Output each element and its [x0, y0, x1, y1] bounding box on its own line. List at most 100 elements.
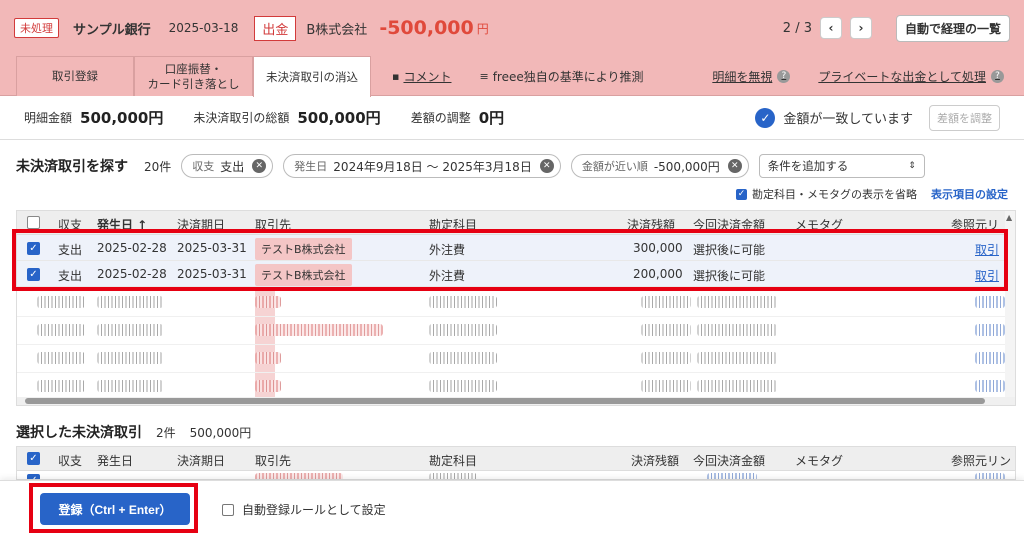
- chip-value: 支出: [220, 159, 245, 174]
- obscured-cell: [97, 324, 163, 336]
- col-due: 決済期日: [177, 454, 226, 468]
- col-ref: 参照元リン: [951, 454, 1012, 468]
- close-icon[interactable]: ✕: [539, 159, 554, 173]
- check-circle-icon: ✓: [755, 107, 776, 128]
- prev-button[interactable]: ‹: [819, 17, 842, 39]
- adjust-difference-button[interactable]: 差額を調整: [929, 104, 1000, 131]
- obscured-cell: [707, 473, 757, 479]
- status-badge: 未処理: [14, 18, 59, 38]
- col-io: 収支: [58, 454, 83, 468]
- obscured-cell: [429, 352, 497, 364]
- col-date: 発生日: [97, 454, 134, 468]
- freee-guess-link[interactable]: ≡ freee独自の基準により推測: [479, 68, 643, 85]
- obscured-cell: [255, 296, 281, 308]
- obscured-cell: [697, 296, 777, 308]
- bank-name: サンプル銀行: [73, 22, 151, 38]
- difference-value: 0円: [478, 109, 505, 127]
- search-title: 未決済取引を探す: [16, 159, 128, 175]
- search-count: 20件: [144, 159, 172, 174]
- comment-link[interactable]: ▪ コメント: [392, 68, 451, 85]
- obscured-cell: [255, 352, 281, 364]
- omit-label: 勘定科目・メモタグの表示を省略: [752, 188, 917, 201]
- annotation-highlight-register: [29, 483, 198, 533]
- transaction-header: 未処理 サンプル銀行 2025-03-18 出金 B株式会社 -500,000 …: [0, 0, 1024, 97]
- obscured-cell: [697, 352, 777, 364]
- private-payment-label: プライベートな出金として処理: [818, 69, 986, 84]
- obscured-cell: [975, 473, 1005, 479]
- help-icon[interactable]: ?: [991, 69, 1004, 83]
- detail-amount-value: 500,000円: [80, 109, 164, 127]
- help-icon[interactable]: ?: [777, 69, 791, 83]
- col-account: 勘定科目: [429, 454, 478, 468]
- selected-table-header: ✓ 収支 発生日 決済期日 取引先 勘定科目 決済残額 今回決済金額 メモタグ …: [17, 447, 1015, 471]
- chevron-left-icon: ‹: [828, 21, 834, 35]
- filter-chip-date[interactable]: 発生日 2024年9月18日 〜 2025年3月18日 ✕: [283, 154, 561, 178]
- filter-chip-amount[interactable]: 金額が近い順 -500,000円 ✕: [570, 154, 749, 178]
- chip-value: 2024年9月18日 〜 2025年3月18日: [333, 159, 532, 174]
- obscured-cell: [975, 296, 1005, 308]
- scroll-up-icon[interactable]: ▲: [1006, 213, 1012, 222]
- tab-unsettled-clearing[interactable]: 未決済取引の消込: [253, 56, 371, 97]
- select-all-checkbox[interactable]: [27, 216, 40, 229]
- tab-register[interactable]: 取引登録: [16, 56, 134, 96]
- obscured-cell: [697, 324, 777, 336]
- selected-header: 選択した未決済取引 2件 500,000円: [16, 422, 251, 442]
- obscured-cell: [37, 380, 85, 392]
- chip-key: 収支: [192, 160, 215, 173]
- currency-label: 円: [476, 21, 489, 36]
- selected-all-checkbox[interactable]: ✓: [27, 452, 40, 465]
- transaction-amount: -500,000: [379, 17, 474, 39]
- selected-sum: 500,000円: [189, 426, 252, 440]
- obscured-cell: [255, 380, 281, 392]
- freee-guess-label: freee独自の基準により推測: [492, 69, 644, 84]
- display-settings-link[interactable]: 表示項目の設定: [931, 186, 1008, 202]
- auto-accounting-list-button[interactable]: 自動で経理の一覧: [895, 14, 1010, 42]
- omit-checkbox[interactable]: ✓: [736, 188, 747, 200]
- tab-account-transfer[interactable]: 口座振替・ カード引き落とし: [134, 56, 253, 96]
- match-status: ✓ 金額が一致しています: [755, 107, 913, 128]
- close-icon[interactable]: ✕: [727, 159, 742, 173]
- filter-chip-io[interactable]: 収支 支出 ✕: [181, 154, 274, 178]
- ignore-detail-link[interactable]: 明細を無視 ?: [712, 68, 791, 85]
- chip-key: 発生日: [294, 160, 328, 173]
- header-row: 未処理 サンプル銀行 2025-03-18 出金 B株式会社 -500,000 …: [0, 0, 1024, 56]
- selected-table: ✓ 収支 発生日 決済期日 取引先 勘定科目 決済残額 今回決済金額 メモタグ …: [16, 446, 1016, 480]
- obscured-row: [17, 289, 1015, 317]
- auto-rule-checkbox[interactable]: [222, 503, 234, 516]
- updown-arrow-icon: ⇕: [908, 161, 916, 171]
- obscured-cell: [641, 296, 691, 308]
- amount-summary: 明細金額 500,000円 未決済取引の総額 500,000円 差額の調整 0円…: [0, 96, 1024, 140]
- close-icon[interactable]: ✕: [252, 159, 267, 173]
- obscured-cell: [429, 324, 497, 336]
- obscured-row: [17, 317, 1015, 345]
- obscured-cell: [641, 324, 691, 336]
- col-settle: 今回決済金額: [693, 454, 766, 468]
- col-memo: メモタグ: [795, 454, 844, 468]
- comment-label: コメント: [403, 69, 452, 84]
- add-condition-select[interactable]: 条件を追加する ⇕: [758, 154, 925, 178]
- private-payment-link[interactable]: プライベートな出金として処理 ?: [818, 68, 1004, 85]
- ignore-detail-label: 明細を無視: [712, 69, 773, 84]
- col-remaining: 決済残額: [631, 454, 680, 468]
- next-button[interactable]: ›: [849, 17, 872, 39]
- obscured-cell: [255, 324, 383, 336]
- partner-name: B株式会社: [306, 22, 368, 38]
- right-links: 明細を無視 ? プライベートな出金として処理 ?: [684, 56, 1004, 96]
- obscured-cell: [975, 380, 1005, 392]
- add-condition-label: 条件を追加する: [767, 159, 849, 173]
- obscured-cell: [975, 324, 1005, 336]
- chevron-right-icon: ›: [858, 21, 864, 35]
- scrollbar-thumb[interactable]: [25, 398, 985, 404]
- unsettled-total-value: 500,000円: [297, 109, 381, 127]
- auto-rule-option[interactable]: 自動登録ルールとして設定: [222, 501, 386, 518]
- display-options: ✓ 勘定科目・メモタグの表示を省略 表示項目の設定: [736, 186, 1008, 202]
- obscured-cell: [97, 352, 163, 364]
- obscured-cell: [429, 296, 497, 308]
- obscured-cell: [97, 380, 163, 392]
- detail-amount-label: 明細金額: [24, 111, 73, 125]
- search-header: 未決済取引を探す 20件 収支 支出 ✕ 発生日 2024年9月18日 〜 20…: [16, 154, 1008, 178]
- obscured-cell: [975, 352, 1005, 364]
- obscured-cell: [697, 380, 777, 392]
- horizontal-scrollbar[interactable]: [17, 397, 1015, 405]
- tab-bar: 取引登録 口座振替・ カード引き落とし 未決済取引の消込: [16, 56, 371, 97]
